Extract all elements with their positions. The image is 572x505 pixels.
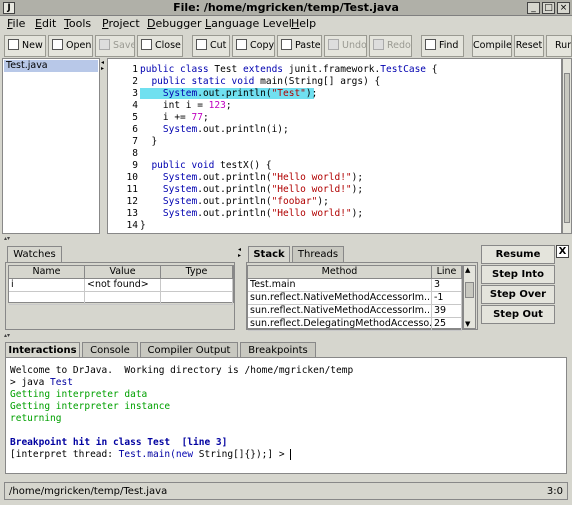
console-output: Getting interpreter instance <box>10 401 171 412</box>
tab-watches[interactable]: Watches <box>7 246 62 263</box>
scrollbar-thumb[interactable] <box>564 73 570 223</box>
watch-cell-type[interactable] <box>161 279 233 292</box>
open-button[interactable]: Open <box>48 35 93 57</box>
cut-button[interactable]: Cut <box>192 35 230 57</box>
console-output: Getting interpreter data <box>10 389 148 400</box>
close-file-icon <box>141 39 152 50</box>
find-button[interactable]: Find <box>421 35 464 57</box>
editor-scrollbar[interactable] <box>562 58 572 234</box>
run-button[interactable]: Run <box>546 35 572 57</box>
console-prompt[interactable]: [interpret thread: Test.main(new String[… <box>10 449 298 460</box>
text-cursor <box>290 449 298 460</box>
minimize-icon[interactable]: _ <box>527 2 540 14</box>
reset-button[interactable]: Reset <box>514 35 544 57</box>
watch-cell-name[interactable]: i <box>9 279 85 292</box>
step-out-button[interactable]: Step Out <box>481 305 555 324</box>
close-button[interactable]: Close <box>137 35 183 57</box>
breakpoint-message: Breakpoint hit in class Test [line 3] <box>10 437 228 448</box>
tab-threads[interactable]: Threads <box>292 246 344 263</box>
menu-debugger[interactable]: Debugger <box>147 17 201 30</box>
splitter-arrow-icon[interactable]: ◂ ▸ <box>101 60 104 72</box>
horizontal-splitter-arrow-icon[interactable]: ▴▾ <box>4 236 10 242</box>
stack-cell-line[interactable]: -1 <box>432 292 462 305</box>
close-debugger-icon[interactable]: X <box>556 245 569 258</box>
watch-cell-type[interactable] <box>161 292 233 305</box>
window-title: File: /home/mgricken/temp/Test.java <box>173 1 399 14</box>
stack-panel: Method Line Test.main 3 sun.reflect.Nati… <box>246 262 478 331</box>
console-command: > java Test <box>10 377 73 388</box>
stack-cell-method[interactable]: Test.main <box>248 279 432 292</box>
watches-col-name[interactable]: Name <box>9 266 85 279</box>
stack-cell-line[interactable]: 25 <box>432 318 462 331</box>
paste-button[interactable]: Paste <box>277 35 322 57</box>
resume-button[interactable]: Resume <box>481 245 555 264</box>
maximize-icon[interactable]: □ <box>542 2 555 14</box>
window-title-bar: J File: /home/mgricken/temp/Test.java _ … <box>0 0 572 16</box>
new-button[interactable]: New <box>4 35 46 57</box>
stack-table[interactable]: Method Line Test.main 3 sun.reflect.Nati… <box>247 265 463 331</box>
stack-cell-line[interactable]: 3 <box>432 279 462 292</box>
console-output: returning <box>10 413 62 424</box>
toolbar: New Open Save Close Cut Copy Paste Undo … <box>0 34 572 58</box>
code-editor[interactable]: 1 public class Test extends junit.framewo… <box>107 58 562 234</box>
stack-cell-line[interactable]: 39 <box>432 305 462 318</box>
close-window-icon[interactable]: × <box>557 2 570 14</box>
copy-button[interactable]: Copy <box>232 35 275 57</box>
new-file-icon <box>8 39 19 50</box>
status-bar: /home/mgricken/temp/Test.java 3:0 <box>4 482 568 500</box>
watches-table[interactable]: Name Value Type i <not found> <box>8 265 234 305</box>
status-cursor-position: 3:0 <box>546 486 563 497</box>
scroll-down-icon[interactable]: ▼ <box>465 320 470 328</box>
watch-cell-value[interactable]: <not found> <box>85 279 161 292</box>
open-folder-icon <box>52 39 63 50</box>
menu-project[interactable]: Project <box>102 17 140 30</box>
redo-icon <box>373 39 384 50</box>
stack-cell-method[interactable]: sun.reflect.NativeMethodAccessorIm... <box>248 292 432 305</box>
compile-button[interactable]: Compile <box>472 35 512 57</box>
scroll-up-icon[interactable]: ▲ <box>465 266 470 274</box>
save-button[interactable]: Save <box>95 35 135 57</box>
menu-edit[interactable]: Edit <box>35 17 56 30</box>
step-into-button[interactable]: Step Into <box>481 265 555 284</box>
scissors-icon <box>196 39 207 50</box>
watch-cell-value[interactable] <box>85 292 161 305</box>
status-file-path: /home/mgricken/temp/Test.java <box>9 486 168 497</box>
stack-col-method[interactable]: Method <box>248 266 432 279</box>
stack-cell-method[interactable]: sun.reflect.DelegatingMethodAccesso... <box>248 318 432 331</box>
copy-icon <box>236 39 247 50</box>
file-list[interactable]: Test.java <box>2 58 100 234</box>
redo-button[interactable]: Redo <box>369 35 412 57</box>
menu-bar: File Edit Tools Project Debugger Languag… <box>0 16 572 33</box>
watches-panel: Name Value Type i <not found> <box>5 262 235 330</box>
console-welcome: Welcome to DrJava. Working directory is … <box>10 365 354 376</box>
menu-tools[interactable]: Tools <box>64 17 91 30</box>
menu-language-level[interactable]: Language Level <box>205 17 292 30</box>
binoculars-icon <box>425 39 436 50</box>
undo-button[interactable]: Undo <box>324 35 367 57</box>
menu-help[interactable]: Help <box>291 17 316 30</box>
stack-col-line[interactable]: Line <box>432 266 462 279</box>
tab-stack[interactable]: Stack <box>248 246 290 263</box>
file-item-test-java[interactable]: Test.java <box>4 60 98 72</box>
watches-col-type[interactable]: Type <box>161 266 233 279</box>
save-disk-icon <box>99 39 110 50</box>
stack-cell-method[interactable]: sun.reflect.NativeMethodAccessorIm... <box>248 305 432 318</box>
scrollbar-thumb[interactable] <box>465 282 474 298</box>
debug-splitter-arrow-icon[interactable]: ◂ ▸ <box>238 247 243 329</box>
vertical-splitter[interactable]: ◂ ▸ <box>100 58 107 234</box>
interactions-pane[interactable]: Welcome to DrJava. Working directory is … <box>5 357 567 474</box>
stack-scrollbar[interactable]: ▲ ▼ <box>463 265 476 329</box>
horizontal-splitter-arrow-icon[interactable]: ▴▾ <box>4 333 10 339</box>
menu-file[interactable]: File <box>7 17 25 30</box>
paste-clipboard-icon <box>281 39 292 50</box>
step-over-button[interactable]: Step Over <box>481 285 555 304</box>
watches-col-value[interactable]: Value <box>85 266 161 279</box>
watch-cell-name[interactable] <box>9 292 85 305</box>
undo-icon <box>328 39 339 50</box>
